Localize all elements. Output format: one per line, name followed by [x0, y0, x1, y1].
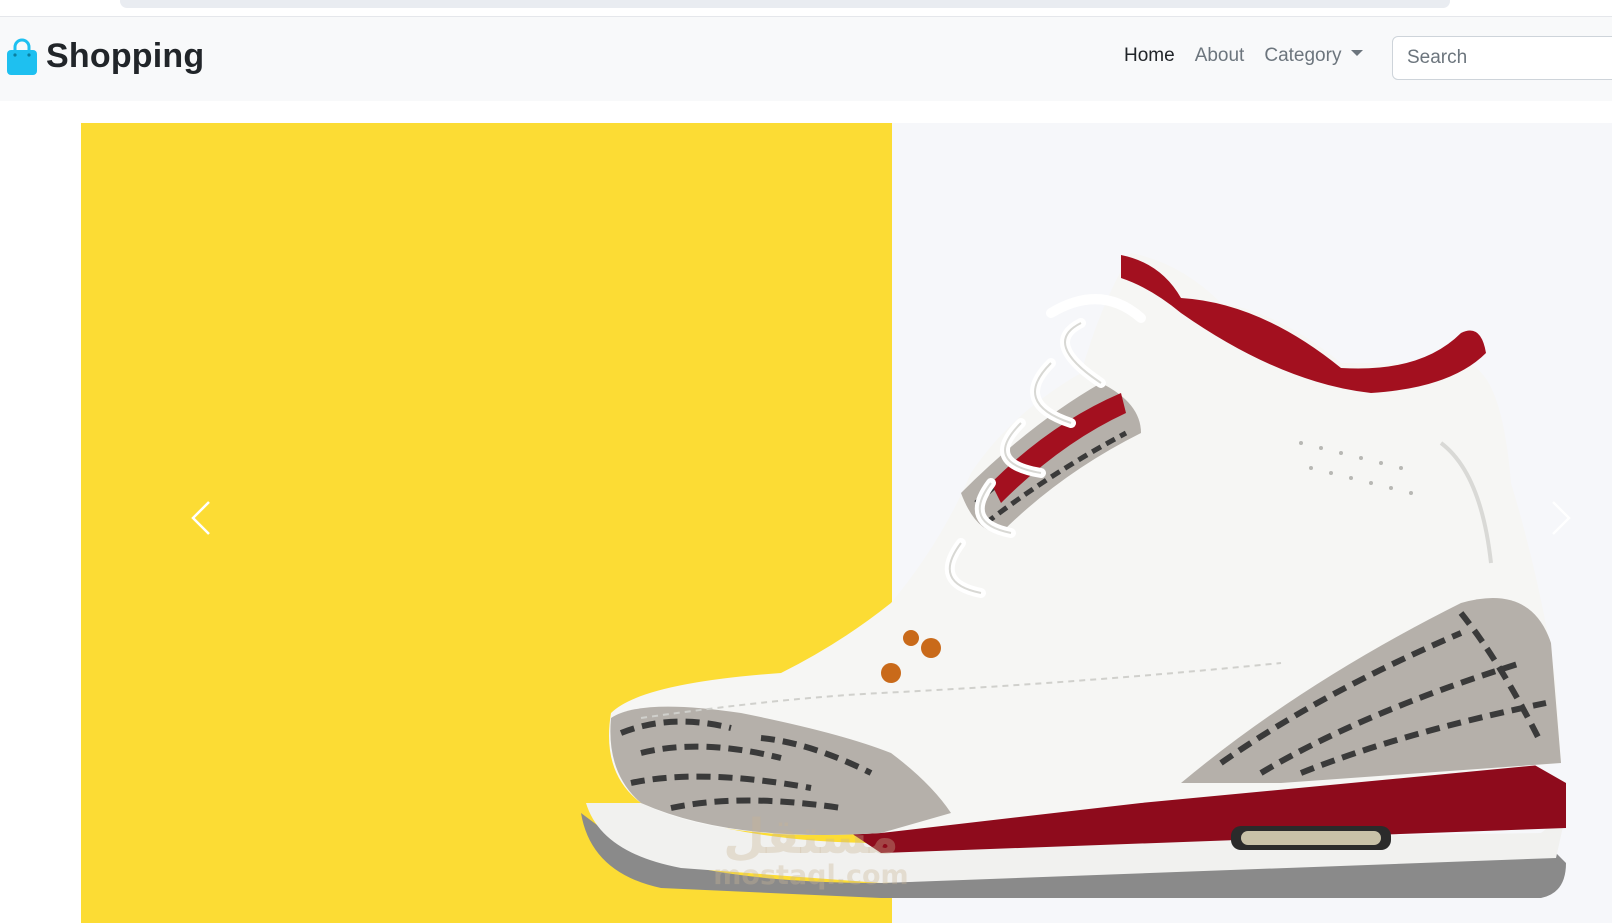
category-dropdown[interactable]: Category — [1264, 45, 1364, 67]
carousel-next-button[interactable] — [1541, 488, 1581, 548]
brand-name: Shopping — [46, 37, 205, 75]
shopping-bag-icon — [7, 38, 37, 75]
hero-carousel: مستقل mostaql.com — [81, 123, 1612, 923]
caret-down-icon — [1351, 50, 1364, 56]
watermark-arabic: مستقل — [723, 809, 899, 865]
watermark: مستقل mostaql.com — [711, 813, 911, 891]
watermark-latin: mostaql.com — [713, 860, 909, 891]
nav-link-about[interactable]: About — [1195, 45, 1245, 67]
chevron-left-icon — [191, 501, 210, 535]
brand-link[interactable]: Shopping — [6, 37, 204, 76]
search-input[interactable] — [1392, 36, 1612, 80]
nav-link-home[interactable]: Home — [1124, 45, 1175, 67]
category-dropdown-label: Category — [1264, 45, 1342, 66]
browser-top-strip — [0, 0, 1612, 17]
address-bar[interactable] — [120, 0, 1450, 8]
navbar: Shopping Home About Category — [0, 17, 1612, 101]
chevron-right-icon — [1552, 501, 1571, 535]
carousel-prev-button[interactable] — [181, 488, 221, 548]
nav-links: Home About Category — [1124, 45, 1364, 67]
